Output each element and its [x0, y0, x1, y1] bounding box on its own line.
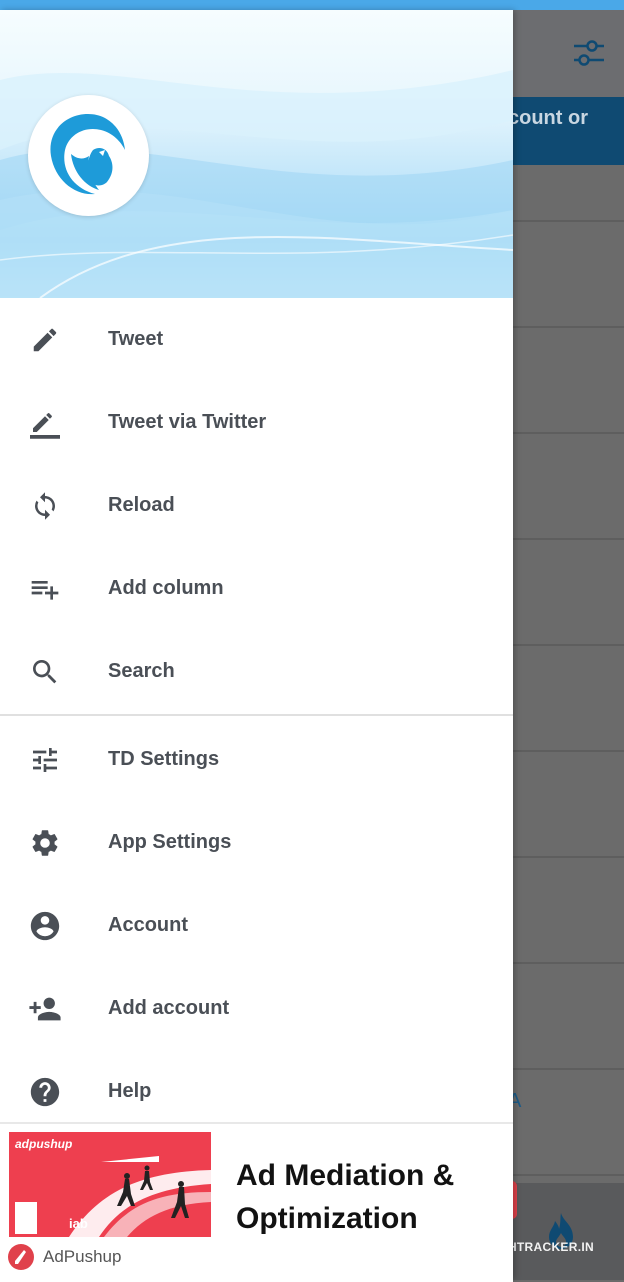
- menu-label: Add column: [108, 577, 224, 599]
- drawer-header: [0, 10, 513, 298]
- menu-item-reload[interactable]: Reload: [0, 464, 513, 547]
- menu-label: Tweet via Twitter: [108, 411, 267, 433]
- menu-item-tweet[interactable]: Tweet: [0, 298, 513, 381]
- menu-item-search[interactable]: Search: [0, 630, 513, 713]
- svg-text:iab: iab: [69, 1216, 88, 1231]
- menu-label: Tweet: [108, 328, 164, 350]
- status-bar: [0, 0, 624, 10]
- menu-item-add-account[interactable]: Add account: [0, 967, 513, 1050]
- menu-label: Add account: [108, 997, 230, 1019]
- menu-label: Account: [108, 914, 188, 936]
- menu-divider: [0, 714, 513, 716]
- search-icon: [27, 654, 63, 690]
- menu-item-account[interactable]: Account: [0, 884, 513, 967]
- advertiser-logo-icon: [8, 1244, 34, 1270]
- menu-label: Reload: [108, 494, 175, 516]
- help-icon: [27, 1074, 63, 1110]
- menu-item-app-settings[interactable]: App Settings: [0, 801, 513, 884]
- menu-label: Help: [108, 1080, 152, 1102]
- account-circle-icon: [27, 908, 63, 944]
- playlist-add-icon: [27, 571, 63, 607]
- ad-advertiser-name: AdPushup: [43, 1247, 122, 1266]
- navigation-drawer: Tweet Tweet via Twitter Reload Add colum…: [0, 10, 513, 1282]
- menu-item-tweet-via-twitter[interactable]: Tweet via Twitter: [0, 381, 513, 464]
- watermark-text: CHTRACKER.IN: [499, 1240, 594, 1254]
- ad-advertiser[interactable]: AdPushup: [8, 1244, 121, 1270]
- menu-item-td-settings[interactable]: TD Settings: [0, 718, 513, 801]
- drawer-menu: Tweet Tweet via Twitter Reload Add colum…: [0, 298, 513, 1133]
- ad-image[interactable]: adpushup iab: [9, 1132, 211, 1237]
- tune-icon: [27, 742, 63, 778]
- gear-icon: [27, 825, 63, 861]
- filter-settings-icon: [574, 40, 604, 66]
- ad-banner[interactable]: adpushup iab Ad Mediation & Optimization…: [0, 1122, 513, 1282]
- menu-label: App Settings: [108, 831, 232, 853]
- app-logo-avatar[interactable]: [28, 95, 149, 216]
- bird-logo-icon: [50, 114, 125, 195]
- menu-item-help[interactable]: Help: [0, 1050, 513, 1133]
- reload-icon: [27, 488, 63, 524]
- compose-underline-icon: [27, 405, 63, 441]
- ad-illustration: iab: [15, 1156, 211, 1237]
- menu-label: Search: [108, 660, 175, 682]
- pencil-icon: [27, 322, 63, 358]
- menu-item-add-column[interactable]: Add column: [0, 547, 513, 630]
- menu-label: TD Settings: [108, 748, 220, 770]
- ad-headline[interactable]: Ad Mediation & Optimization: [236, 1154, 506, 1240]
- person-add-icon: [27, 991, 63, 1027]
